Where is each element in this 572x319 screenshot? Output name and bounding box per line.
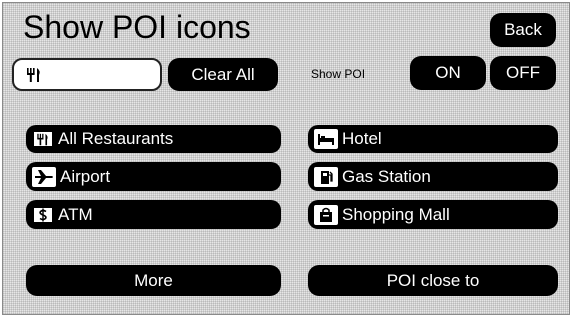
gas-pump-icon bbox=[314, 166, 338, 187]
poi-hotel-button[interactable]: Hotel bbox=[308, 125, 558, 153]
fork-knife-icon bbox=[22, 65, 46, 85]
airplane-icon bbox=[32, 166, 56, 187]
poi-selection-field[interactable] bbox=[12, 58, 162, 91]
poi-label: ATM bbox=[58, 204, 93, 224]
bed-icon bbox=[314, 129, 338, 149]
dollar-icon bbox=[32, 205, 54, 224]
back-button[interactable]: Back bbox=[490, 13, 556, 47]
shopping-bag-icon bbox=[314, 204, 338, 225]
more-button[interactable]: More bbox=[26, 265, 281, 296]
poi-label: Shopping Mall bbox=[342, 204, 450, 224]
poi-atm-button[interactable]: ATM bbox=[26, 200, 281, 229]
poi-label: Airport bbox=[60, 166, 111, 186]
poi-label: Gas Station bbox=[342, 166, 431, 186]
show-poi-label: Show POI bbox=[311, 67, 366, 81]
poi-gas-station-button[interactable]: Gas Station bbox=[308, 162, 558, 191]
poi-label: Hotel bbox=[342, 129, 382, 148]
poi-screen: Show POI icons Back Clear All Show POI O… bbox=[2, 2, 570, 315]
poi-shopping-mall-button[interactable]: Shopping Mall bbox=[308, 200, 558, 229]
page-title: Show POI icons bbox=[23, 9, 251, 45]
show-poi-on-button[interactable]: ON bbox=[410, 56, 486, 90]
poi-label: All Restaurants bbox=[58, 129, 174, 148]
poi-airport-button[interactable]: Airport bbox=[26, 162, 281, 191]
poi-all-restaurants-button[interactable]: All Restaurants bbox=[26, 125, 281, 153]
show-poi-off-button[interactable]: OFF bbox=[490, 56, 556, 90]
poi-close-to-button[interactable]: POI close to bbox=[308, 265, 558, 296]
fork-knife-icon bbox=[32, 130, 54, 148]
clear-all-button[interactable]: Clear All bbox=[168, 58, 278, 91]
